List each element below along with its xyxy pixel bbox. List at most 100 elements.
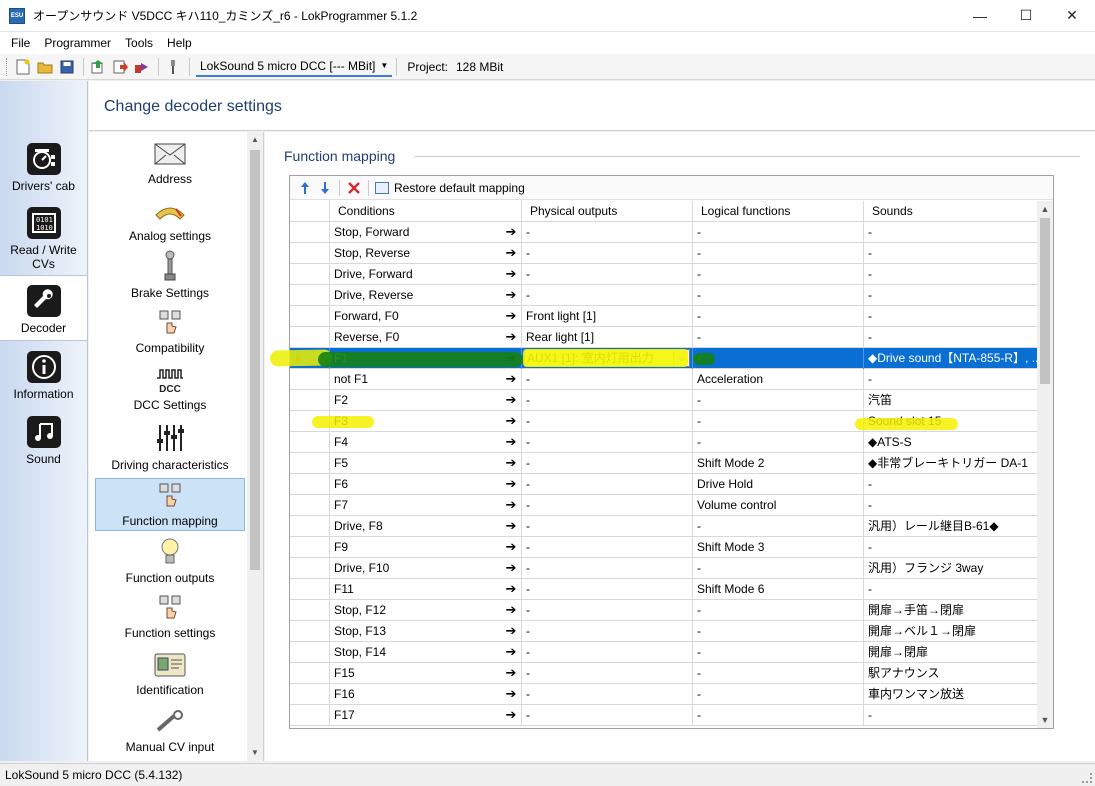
cell-logic[interactable]: - [693,642,864,663]
row-indicator-cell[interactable] [290,558,330,579]
row-indicator-cell[interactable] [290,369,330,390]
cell-sound[interactable]: - [864,243,1037,264]
cell-logic[interactable]: - [693,327,864,348]
read-decoder-icon[interactable] [88,57,108,77]
cell-sound[interactable]: - [864,705,1037,726]
cell-phys[interactable]: - [522,600,693,621]
table-row[interactable]: F7- Volume control - ➔ [290,495,1037,516]
nav-drivers-cab[interactable]: Drivers' cab [0,143,87,193]
cell-sound[interactable]: ◆非常ブレーキトリガー DA-1 [864,453,1037,474]
cell-cond[interactable]: Stop, Reverse [330,243,522,264]
table-row[interactable]: F9- Shift Mode 3- ➔ [290,537,1037,558]
cell-logic[interactable]: - [693,516,864,537]
open-folder-icon[interactable] [35,57,55,77]
table-row[interactable]: F3- - Sound slot 15 ➔ [290,411,1037,432]
row-indicator-cell[interactable] [290,327,330,348]
scrollbar-thumb[interactable] [250,150,260,570]
cell-sound[interactable]: 開扉→閉扉 [864,642,1037,663]
row-indicator-cell[interactable] [290,474,330,495]
table-row[interactable]: F11- Shift Mode 6- ➔ [290,579,1037,600]
cell-logic[interactable]: - [693,621,864,642]
cell-logic[interactable]: Drive Hold [693,474,864,495]
header-physical-outputs[interactable]: Physical outputs [522,201,693,222]
cell-sound[interactable]: - [864,264,1037,285]
row-indicator-cell[interactable] [290,642,330,663]
cell-phys[interactable]: - [522,432,693,453]
scroll-up-icon[interactable]: ▲ [247,132,263,148]
nav-information[interactable]: Information [0,351,87,401]
write-decoder-icon[interactable] [110,57,130,77]
cell-sound[interactable]: - [864,369,1037,390]
table-row[interactable]: Drive, F10- - 汎用）フランジ 3way ➔ [290,558,1037,579]
cell-logic[interactable]: Volume control [693,495,864,516]
row-indicator-cell[interactable] [290,243,330,264]
cell-cond[interactable]: Stop, F12 [330,600,522,621]
cell-sound[interactable]: 車内ワンマン放送 [864,684,1037,705]
cell-logic[interactable]: - [693,348,864,369]
cell-phys[interactable]: - [522,264,693,285]
maximize-button[interactable]: ☐ [1003,0,1049,32]
table-row[interactable]: Drive, F8- - 汎用）レール継目B-61◆ ➔ [290,516,1037,537]
category-function-settings[interactable]: Function settings [95,594,245,640]
cell-cond[interactable]: F9 [330,537,522,558]
cell-logic[interactable]: - [693,390,864,411]
cell-logic[interactable]: - [693,243,864,264]
cell-cond[interactable]: F3 [330,411,522,432]
table-row[interactable]: not F1- Acceleration - ➔ [290,369,1037,390]
cell-cond[interactable]: F15 [330,663,522,684]
move-down-icon[interactable] [315,178,335,198]
cell-sound[interactable]: ◆ATS-S [864,432,1037,453]
category-identification[interactable]: Identification [95,651,245,697]
menu-file[interactable]: File [4,36,37,50]
cell-phys[interactable]: - [522,495,693,516]
cell-cond[interactable]: F1 [330,348,522,369]
cell-cond[interactable]: F11 [330,579,522,600]
row-indicator-cell[interactable] [290,348,330,369]
table-row[interactable]: F15- - 駅アナウンス ➔ [290,663,1037,684]
header-sounds[interactable]: Sounds [864,201,1037,222]
cell-phys[interactable]: - [522,243,693,264]
scroll-up-icon[interactable]: ▲ [1037,201,1053,217]
save-icon[interactable] [57,57,77,77]
cell-cond[interactable]: Stop, Forward [330,222,522,243]
category-compatibility[interactable]: Compatibility [95,309,245,355]
cell-phys[interactable]: Rear light [1] [522,327,693,348]
row-indicator-cell[interactable] [290,579,330,600]
cell-sound[interactable]: - [864,579,1037,600]
header-logical-functions[interactable]: Logical functions [693,201,864,222]
cell-logic[interactable]: Shift Mode 6 [693,579,864,600]
cell-sound[interactable]: 駅アナウンス [864,663,1037,684]
cell-cond[interactable]: F16 [330,684,522,705]
cell-phys[interactable]: - [522,684,693,705]
cell-cond[interactable]: F7 [330,495,522,516]
table-row[interactable]: Forward, F0 Front light [1] - - ➔ [290,306,1037,327]
close-button[interactable]: ✕ [1049,0,1095,32]
cell-cond[interactable]: F6 [330,474,522,495]
table-row[interactable]: Stop, Reverse - - - ➔ [290,243,1037,264]
cell-logic[interactable]: - [693,663,864,684]
category-brake-settings[interactable]: Brake Settings [95,250,245,300]
menu-programmer[interactable]: Programmer [37,36,118,50]
cell-phys[interactable]: - [522,705,693,726]
cell-logic[interactable]: - [693,558,864,579]
cell-cond[interactable]: Drive, Forward [330,264,522,285]
category-driving-characteristics[interactable]: Driving characteristics [95,422,245,472]
cell-cond[interactable]: F4 [330,432,522,453]
category-analog-settings[interactable]: Analog settings [95,197,245,243]
cell-cond[interactable]: Drive, Reverse [330,285,522,306]
row-indicator-cell[interactable] [290,390,330,411]
table-row[interactable]: F16- - 車内ワンマン放送 ➔ [290,684,1037,705]
cell-phys[interactable]: - [522,474,693,495]
scrollbar-thumb[interactable] [1040,218,1050,384]
table-row[interactable]: F17- - - ➔ [290,705,1037,726]
table-row[interactable]: Drive, Forward - - - ➔ [290,264,1037,285]
delete-icon[interactable] [344,178,364,198]
row-indicator-cell[interactable] [290,432,330,453]
cell-sound[interactable]: 汽笛 [864,390,1037,411]
row-indicator-cell[interactable] [290,285,330,306]
table-row[interactable]: F2- - 汽笛 ➔ [290,390,1037,411]
category-function-mapping[interactable]: Function mapping [95,478,245,531]
cell-phys[interactable]: - [522,369,693,390]
table-row[interactable]: Reverse, F0 Rear light [1] - - ➔ [290,327,1037,348]
move-up-icon[interactable] [295,178,315,198]
